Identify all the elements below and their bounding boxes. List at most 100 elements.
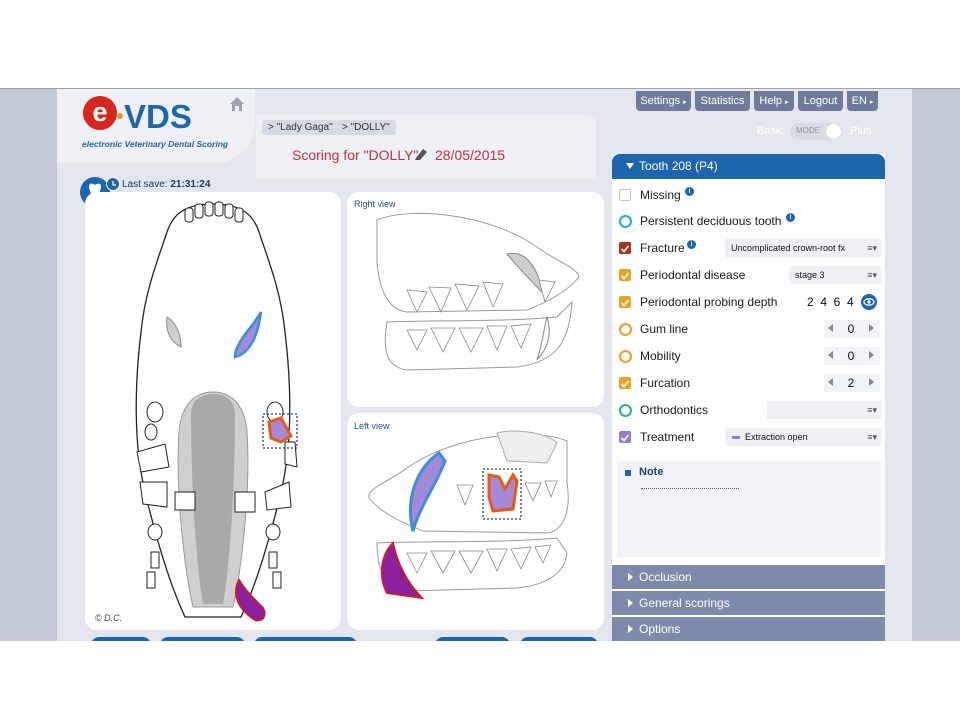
persistent-deciduous-label: Persistent deciduous tooth [640,214,782,228]
bottom-button[interactable] [160,637,245,641]
furcation-label: Furcation [640,376,691,390]
caret-icon: ▸ [869,99,874,106]
mobility-checkbox[interactable] [619,350,632,363]
gum-line-checkbox[interactable] [619,323,632,336]
clock-icon [106,177,120,191]
row-furcation: Furcation 2 [612,372,885,396]
note-bullet-icon [625,470,631,476]
scoring-title: Scoring for "DOLLY" [292,147,419,163]
nav-settings[interactable]: Settings ▸ [636,91,691,111]
accordion-options[interactable]: Options [612,617,885,641]
tooth-panel-title: Tooth 208 (P4) [639,159,718,173]
probing-depth-checkbox[interactable] [619,296,631,308]
checkmark-icon [620,245,630,253]
expand-caret-icon [628,625,633,633]
nav-logout-label: Logout [803,95,838,107]
left-view-card [347,413,604,630]
app-window: e VDS electronic Veterinary Dental Scori… [0,88,960,641]
periodontal-disease-checkbox[interactable] [619,269,631,281]
bottom-button[interactable] [254,637,357,641]
missing-checkbox[interactable] [619,189,631,201]
orthodontics-checkbox[interactable] [619,404,632,417]
treatment-select[interactable]: Extraction open ≡▾ [725,428,881,446]
fracture-select-value: Uncomplicated crown-root fx [731,243,846,253]
bottom-button[interactable] [91,637,151,641]
increment-arrow-icon[interactable] [869,351,874,359]
fracture-checkbox[interactable] [619,242,631,254]
right-view-card [347,192,604,407]
bottom-button[interactable] [520,637,598,641]
furcation-checkbox[interactable] [619,377,631,389]
furcation-value[interactable]: 2 [844,376,858,390]
skull-right-view-diagram[interactable] [347,192,604,407]
skull-left-view-diagram[interactable] [347,413,604,630]
accordion-general-scorings-label: General scorings [639,596,730,610]
mode-toggle-text: MODE [796,126,820,135]
scoring-date: 28/05/2015 [435,147,506,163]
probing-depth-values[interactable]: 2 4 6 4 [807,295,854,309]
increment-arrow-icon[interactable] [869,324,874,332]
mobility-value[interactable]: 0 [844,349,858,363]
checkmark-icon [620,272,630,280]
treatment-checkbox[interactable] [619,431,631,443]
orthodontics-select[interactable]: ≡▾ [767,401,881,419]
nav-settings-label: Settings [640,95,681,107]
menu-dropdown-icon: ≡▾ [867,270,877,280]
row-orthodontics: Orthodontics ≡▾ [612,399,885,423]
edit-pencil-icon[interactable] [413,147,429,161]
persistent-deciduous-checkbox[interactable] [619,215,632,228]
accordion-occlusion[interactable]: Occlusion [612,565,885,589]
decrement-arrow-icon[interactable] [828,324,833,332]
logo-dot [117,113,123,119]
last-save: Last save: 21:31:24 [122,179,210,190]
row-gum-line: Gum line 0 [612,318,885,342]
nav-statistics[interactable]: Statistics [695,91,750,111]
nav-language-label: EN [851,95,867,107]
fracture-select[interactable]: Uncomplicated crown-root fx ≡▾ [725,239,881,257]
eye-icon[interactable] [861,294,877,310]
nav-help[interactable]: Help ▸ [754,91,794,111]
treatment-select-value: Extraction open [745,432,808,442]
expand-caret-icon [628,599,633,607]
mobility-label: Mobility [640,349,681,363]
treatment-label: Treatment [640,430,695,444]
checkmark-icon [620,380,630,388]
menu-dropdown-icon: ≡▾ [867,432,877,442]
mode-plus-label[interactable]: Plus [850,125,871,137]
menu-dropdown-icon: ≡▾ [867,405,877,415]
nav-statistics-label: Statistics [700,95,745,107]
increment-arrow-icon[interactable] [869,378,874,386]
info-icon[interactable]: i [685,187,694,196]
skull-top-view-diagram[interactable] [85,192,341,630]
caret-icon: ▸ [683,99,687,106]
breadcrumb-owner[interactable]: > "Lady Gaga" [262,120,339,135]
row-treatment: Treatment Extraction open ≡▾ [612,426,885,450]
orthodontics-label: Orthodontics [640,403,709,417]
nav-logout[interactable]: Logout [798,91,843,111]
row-periodontal-disease: Periodontal disease stage 3 ≡▾ [612,264,885,288]
nav-language[interactable]: EN ▸ [847,91,878,111]
breadcrumb-patient[interactable]: > "DOLLY" [336,120,396,135]
decrement-arrow-icon[interactable] [828,378,833,386]
gum-line-value[interactable]: 0 [844,322,858,336]
logo-name[interactable]: VDS [124,98,192,136]
logo-e[interactable]: e [83,96,117,130]
fracture-label: Fracture [640,241,685,255]
info-icon[interactable]: i [786,213,795,222]
missing-label: Missing [640,188,681,202]
decrement-arrow-icon[interactable] [828,351,833,359]
checkmark-icon [620,299,630,307]
periodontal-stage-select[interactable]: stage 3 ≡▾ [789,266,881,284]
home-icon[interactable] [229,96,245,112]
info-icon[interactable]: i [687,240,696,249]
probing-depth-label: Periodontal probing depth [640,295,778,309]
accordion-general-scorings[interactable]: General scorings [612,591,885,615]
accordion-options-label: Options [639,622,681,636]
periodontal-stage-value: stage 3 [795,270,825,280]
bottom-button[interactable] [435,637,510,641]
note-input-line[interactable] [641,488,739,489]
mode-toggle-knob[interactable] [826,124,841,139]
tooth-panel-header[interactable]: Tooth 208 (P4) [612,154,885,179]
mode-basic-label[interactable]: Basic [757,125,784,137]
logo-subtitle: electronic Veterinary Dental Scoring [82,139,229,149]
